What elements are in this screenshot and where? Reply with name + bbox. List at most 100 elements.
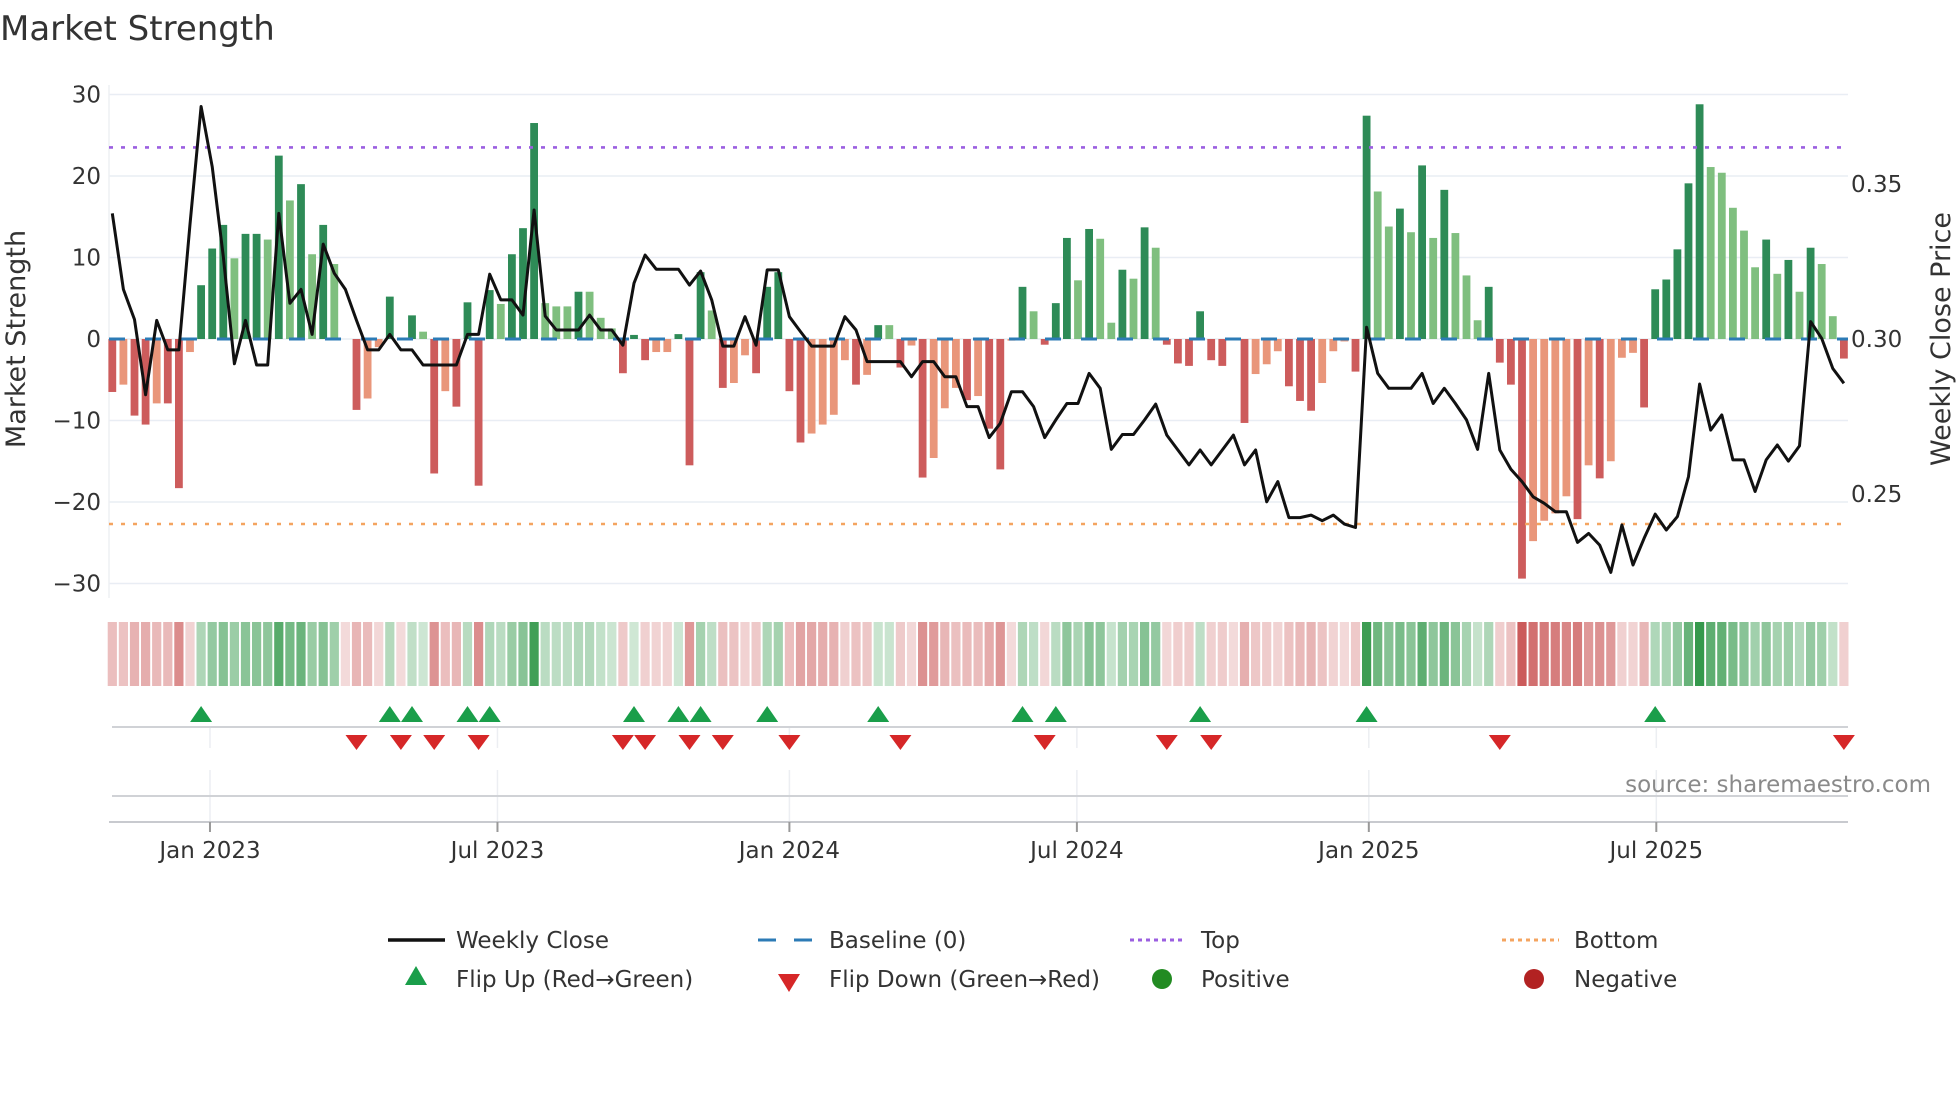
strength-bar	[1174, 339, 1182, 364]
strength-bar	[419, 331, 427, 339]
strength-bar	[1606, 339, 1615, 462]
legend-positive-icon	[1152, 969, 1172, 989]
strength-bar	[741, 339, 749, 356]
heat-strip-cell	[773, 622, 783, 686]
strength-bar	[1573, 339, 1582, 520]
heat-strip-cell	[1517, 622, 1527, 686]
flip-down-marker	[389, 735, 412, 750]
strength-bar	[1440, 189, 1449, 339]
y2-axis-title: Weekly Close Price	[1926, 212, 1957, 466]
heat-strip-cell	[196, 622, 206, 686]
strength-bar	[874, 325, 883, 339]
heat-strip-cell	[1140, 622, 1150, 686]
heat-strip-cell	[1461, 622, 1472, 686]
heat-strip-cell	[540, 622, 550, 686]
heat-strip-cell	[929, 622, 939, 686]
flip-down-marker	[345, 735, 368, 750]
strength-bar	[175, 339, 183, 489]
heat-strip-cell	[840, 622, 850, 686]
flip-up-marker	[190, 706, 213, 722]
strength-bar	[1584, 339, 1593, 466]
strength-bar	[1451, 233, 1460, 339]
x-tick-label: Jan 2023	[157, 838, 260, 864]
flip-down-marker	[678, 735, 701, 750]
flip-up-marker	[689, 706, 712, 722]
heat-strip-cell	[1561, 622, 1571, 686]
legend-flip-down-icon	[778, 974, 800, 992]
heat-strip-cell	[1717, 622, 1727, 686]
heat-strip-cell	[296, 622, 306, 686]
heat-strip-cell	[307, 622, 317, 686]
heat-strip-cell	[873, 622, 883, 686]
heat-strip-cell	[440, 622, 450, 686]
strength-bar	[452, 339, 461, 407]
strength-bar	[1795, 291, 1804, 339]
strength-bar	[1096, 238, 1105, 339]
legend-baseline-label: Baseline (0)	[829, 928, 966, 954]
flip-down-marker	[1200, 735, 1223, 750]
heat-strip-cell	[1128, 622, 1139, 686]
heat-strip-cell	[1373, 622, 1383, 686]
strength-bar	[1329, 339, 1338, 352]
strength-bar	[1507, 339, 1515, 385]
flip-down-marker	[1832, 735, 1855, 750]
legend-bottom-label: Bottom	[1574, 928, 1658, 954]
heat-strip-cell	[1406, 622, 1416, 686]
strength-bar	[663, 339, 672, 353]
strength-bar	[252, 233, 261, 339]
strength-bar	[685, 339, 694, 466]
strength-bar	[1717, 172, 1726, 339]
heat-strip-cell	[1362, 622, 1372, 686]
heat-strip-cell	[762, 622, 772, 686]
strength-bar	[1540, 339, 1549, 521]
heat-strip-cell	[496, 622, 506, 686]
heat-strip-cell	[1572, 622, 1583, 686]
heat-strip-cell	[1339, 622, 1349, 686]
heat-strip-cell	[1473, 622, 1483, 686]
heat-strip-cell	[507, 622, 517, 686]
legend-negative-label: Negative	[1574, 967, 1677, 993]
heat-strip-cell	[1772, 622, 1782, 686]
strength-bar	[1817, 264, 1826, 339]
heat-strip-cell	[1639, 622, 1649, 686]
reference-lines	[109, 146, 1848, 526]
heat-strip-cell	[1117, 622, 1127, 686]
heat-strip-cell	[1228, 622, 1238, 686]
legend-positive-label: Positive	[1201, 967, 1290, 993]
strength-bar	[1140, 227, 1149, 339]
heat-strip-cell	[585, 622, 595, 686]
y-tick-label: −30	[52, 572, 101, 598]
heat-strip-cell	[462, 622, 473, 686]
heat-strip-cell	[252, 622, 262, 686]
strength-bar	[1773, 273, 1782, 339]
flip-down-marker	[634, 735, 657, 750]
strength-bar	[1840, 339, 1848, 359]
heat-strip-cell	[1095, 622, 1105, 686]
flip-up-marker	[478, 706, 501, 722]
heat-strip-cell	[1040, 622, 1050, 686]
strength-bar	[1351, 339, 1360, 372]
heat-strip-cell	[318, 622, 328, 686]
strength-bar	[1218, 339, 1227, 366]
strength-bar	[1640, 339, 1648, 408]
strength-bar	[352, 339, 361, 410]
flip-up-marker	[1044, 706, 1067, 722]
strength-bar	[1551, 339, 1560, 514]
strength-bar	[1251, 339, 1260, 375]
strength-bar	[1562, 339, 1571, 497]
strength-bar	[1429, 237, 1438, 339]
heat-strip-cell	[1217, 622, 1227, 686]
flip-down-marker	[711, 735, 734, 750]
heat-strip-cell	[1151, 622, 1161, 686]
flip-down-marker	[1155, 735, 1178, 750]
flip-up-marker	[456, 706, 479, 722]
heat-strip-cell	[718, 622, 728, 686]
heat-strip-cell	[1506, 622, 1516, 686]
heat-strip-cell	[551, 622, 561, 686]
heat-strip-cell	[1584, 622, 1594, 686]
heat-strip-cell	[451, 622, 461, 686]
heat-strip-cell	[795, 622, 806, 686]
strength-bar	[1495, 339, 1504, 363]
heat-strip-cell	[1239, 622, 1250, 686]
strength-bar	[818, 339, 827, 425]
